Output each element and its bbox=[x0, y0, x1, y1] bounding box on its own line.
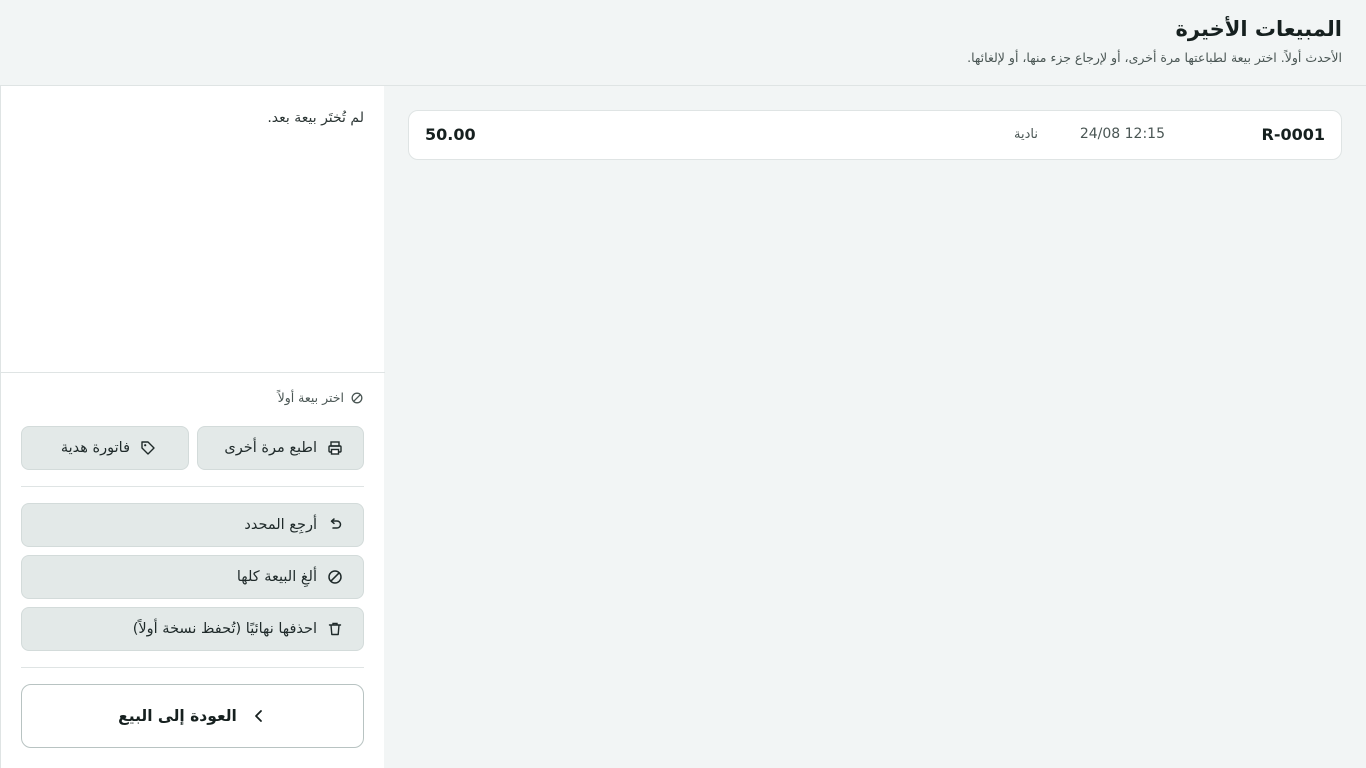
print-again-button[interactable]: اطبع مرة أخرى bbox=[197, 426, 364, 470]
gift-receipt-label: فاتورة هدية bbox=[60, 440, 130, 456]
select-hint: اختر بيعة أولاً bbox=[278, 390, 364, 405]
void-sale-label: ألغِ البيعة كلها bbox=[236, 569, 317, 585]
gift-receipt-button[interactable]: فاتورة هدية bbox=[21, 426, 189, 470]
void-sale-button[interactable]: ألغِ البيعة كلها bbox=[21, 555, 364, 599]
back-to-sale-label: العودة إلى البيع bbox=[118, 707, 237, 725]
no-selection-text: لم تُختَر بيعة بعد. bbox=[267, 110, 364, 126]
chevron-left-icon bbox=[251, 708, 267, 724]
return-selected-button[interactable]: أرجِع المحدد bbox=[21, 503, 364, 547]
divider bbox=[1, 372, 385, 373]
select-hint-text: اختر بيعة أولاً bbox=[277, 390, 344, 405]
divider bbox=[21, 486, 364, 487]
sale-details-panel: لم تُختَر بيعة بعد. اختر بيعة أولاً اطبع… bbox=[0, 86, 385, 768]
sale-id: R-0001 bbox=[1261, 125, 1326, 144]
delete-sale-button[interactable]: احذفها نهائيًا (تُحفظ نسخة أولاً) bbox=[21, 607, 364, 651]
trash-icon bbox=[327, 621, 343, 637]
sale-time: 24/08 12:15 bbox=[1079, 126, 1165, 142]
sales-list: R-0001 24/08 12:15 نادية 50.00 bbox=[384, 86, 1366, 768]
return-selected-label: أرجِع المحدد bbox=[244, 517, 317, 533]
sale-customer: نادية bbox=[1014, 127, 1038, 142]
tag-icon bbox=[140, 440, 156, 456]
ban-icon bbox=[327, 569, 343, 585]
ban-icon bbox=[350, 391, 364, 405]
page-subtitle: الأحدث أولاً. اختر بيعة لطباعتها مرة أخر… bbox=[967, 50, 1342, 65]
page-header: المبيعات الأخيرة الأحدث أولاً. اختر بيعة… bbox=[0, 0, 1366, 86]
back-to-sale-button[interactable]: العودة إلى البيع bbox=[21, 684, 364, 748]
printer-icon bbox=[327, 440, 343, 456]
undo-icon bbox=[327, 517, 343, 533]
page-title: المبيعات الأخيرة bbox=[1175, 17, 1342, 41]
sale-row[interactable]: R-0001 24/08 12:15 نادية 50.00 bbox=[408, 110, 1342, 160]
divider bbox=[21, 667, 364, 668]
sale-amount: 50.00 bbox=[425, 125, 476, 144]
delete-sale-label: احذفها نهائيًا (تُحفظ نسخة أولاً) bbox=[132, 621, 317, 637]
print-again-label: اطبع مرة أخرى bbox=[224, 440, 317, 456]
